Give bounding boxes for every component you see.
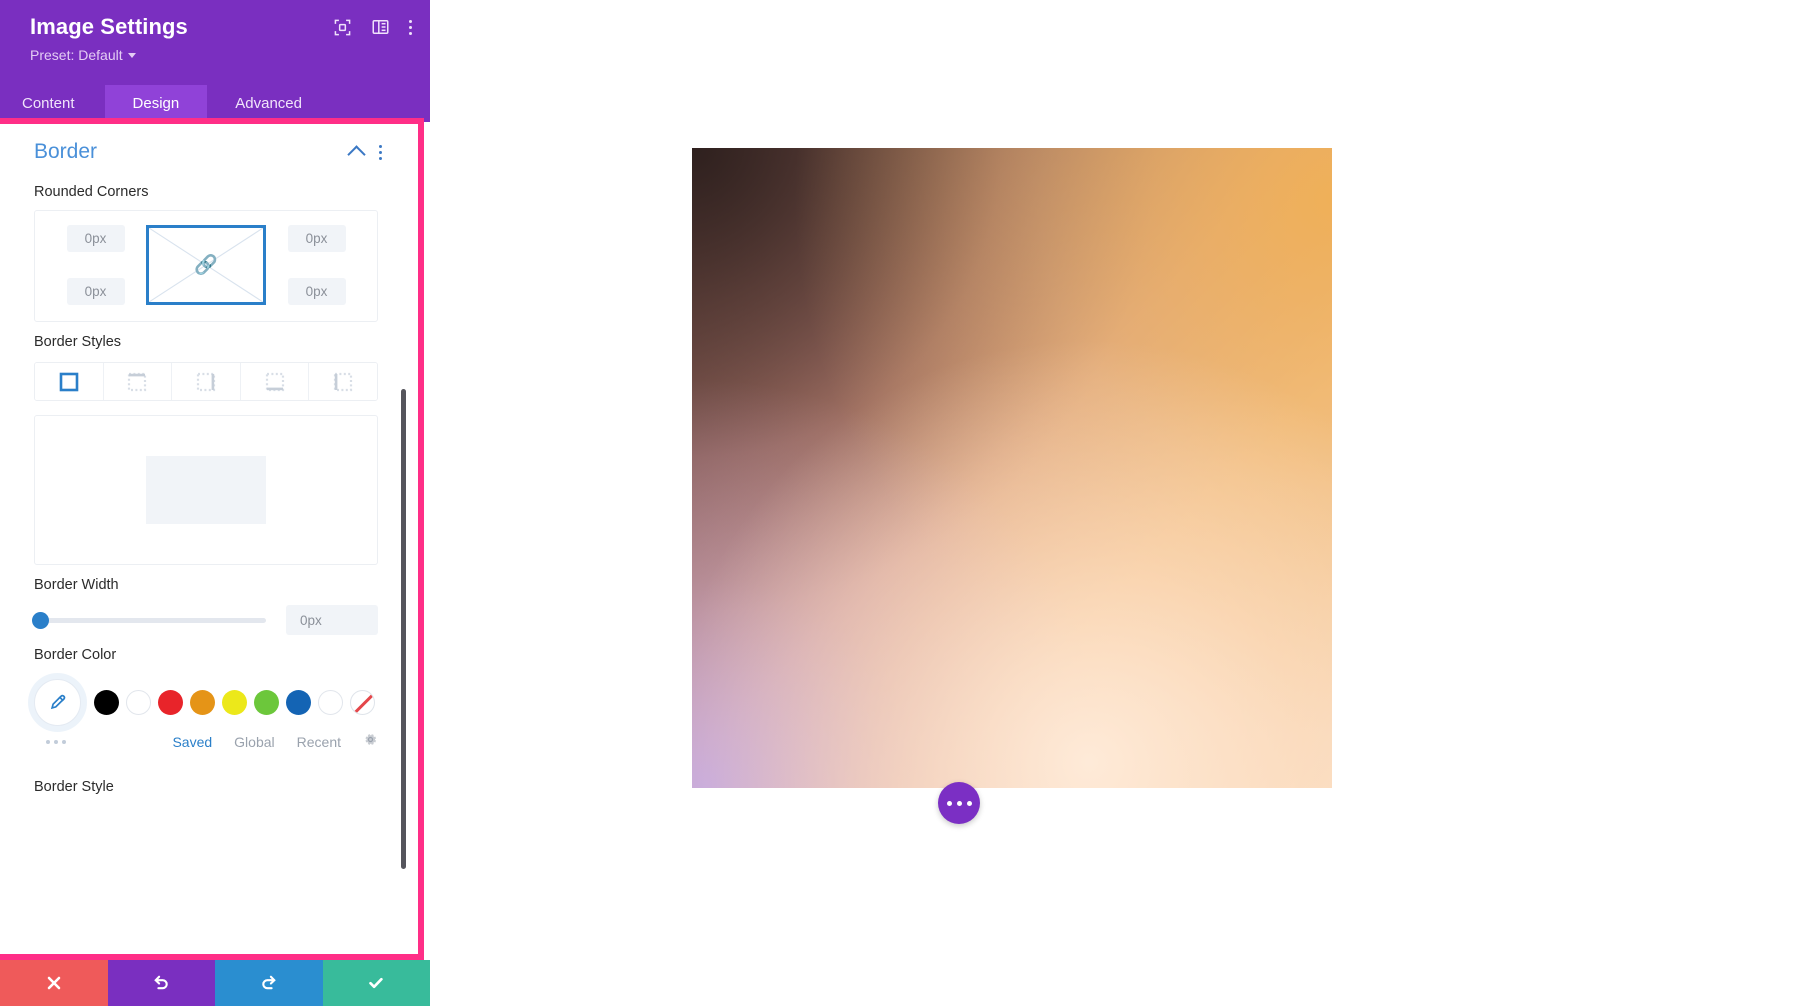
swatch-white[interactable] — [126, 690, 151, 715]
border-style-field-label: Border Style — [34, 779, 114, 795]
panel-header: Image Settings Preset: Default — [0, 0, 430, 85]
border-preview-card — [34, 415, 378, 565]
border-style-right-button[interactable] — [172, 363, 241, 400]
swatch-red[interactable] — [158, 690, 183, 715]
panel-header-icons — [333, 18, 412, 36]
image-settings-panel: Image Settings Preset: Default Content D… — [0, 0, 430, 1006]
border-color-meta-row: Saved Global Recent — [0, 726, 412, 751]
focus-target-icon[interactable] — [333, 18, 351, 36]
border-preview-box — [146, 456, 266, 524]
close-icon — [47, 976, 61, 990]
slider-thumb[interactable] — [32, 611, 49, 629]
eyedropper-icon[interactable] — [34, 679, 81, 726]
panel-action-bar — [0, 960, 430, 1006]
dot — [409, 19, 412, 23]
dot — [956, 800, 962, 806]
border-color-label: Border Color — [34, 647, 117, 663]
undo-button[interactable] — [107, 960, 215, 1006]
section-title: Border — [34, 140, 98, 163]
corner-top-right-input[interactable]: 0px — [287, 225, 346, 252]
corners-link-diagram[interactable]: 🔗 — [146, 225, 266, 305]
image-preview[interactable] — [692, 148, 1332, 788]
panel-tabs: Content Design Advanced — [0, 85, 430, 122]
link-icon: 🔗 — [194, 254, 218, 276]
rounded-corners-label: Rounded Corners — [34, 184, 149, 200]
dot — [379, 150, 382, 154]
dot — [46, 739, 50, 744]
gear-icon[interactable] — [363, 732, 378, 751]
border-style-left-button[interactable] — [309, 363, 377, 400]
border-width-control: 0px — [0, 601, 412, 635]
corner-bottom-right-input[interactable]: 0px — [287, 278, 346, 305]
swatch-yellow[interactable] — [222, 690, 247, 715]
dot — [409, 25, 412, 29]
corner-bottom-left-input[interactable]: 0px — [66, 278, 125, 305]
settings-scroll-region: Border Rounded Corners 0px 0px 🔗 0px 0px… — [0, 124, 412, 954]
color-source-tabs: Saved Global Recent — [172, 732, 378, 751]
chevron-down-icon — [127, 52, 136, 58]
dot — [409, 31, 412, 35]
floating-more-button[interactable] — [938, 782, 980, 824]
border-style-top-button[interactable] — [103, 363, 173, 400]
border-style-all-button[interactable] — [35, 363, 104, 400]
border-style-bottom-button[interactable] — [240, 363, 310, 400]
tab-design[interactable]: Design — [104, 85, 208, 122]
dot — [379, 144, 382, 148]
dot — [54, 739, 58, 744]
swatch-none[interactable] — [350, 690, 375, 715]
layout-columns-icon[interactable] — [371, 18, 389, 36]
corner-top-left-input[interactable]: 0px — [66, 225, 125, 252]
dot — [966, 800, 972, 806]
dot — [62, 739, 66, 744]
redo-button[interactable] — [215, 960, 323, 1006]
dot — [379, 156, 382, 160]
border-width-label: Border Width — [34, 577, 119, 593]
swatch-white-alt[interactable] — [318, 690, 343, 715]
tab-global[interactable]: Global — [234, 734, 274, 750]
tab-saved[interactable]: Saved — [172, 734, 212, 750]
tab-content[interactable]: Content — [0, 85, 105, 122]
preset-label: Preset: Default — [30, 47, 123, 63]
app-root: Image Settings Preset: Default Content D… — [0, 0, 1800, 1006]
border-color-swatches — [0, 671, 412, 726]
rounded-corners-control: 0px 0px 🔗 0px 0px — [34, 210, 378, 322]
undo-icon — [154, 975, 168, 990]
redo-icon — [262, 975, 276, 990]
editor-canvas — [430, 0, 1800, 1006]
more-horizontal-icon[interactable] — [34, 739, 66, 744]
section-tools — [347, 143, 382, 164]
border-section-header: Border — [0, 124, 412, 172]
border-styles-control — [34, 362, 378, 401]
save-button[interactable] — [322, 960, 430, 1006]
cancel-button[interactable] — [0, 960, 108, 1006]
panel-scrollbar[interactable] — [401, 389, 406, 869]
tab-advanced[interactable]: Advanced — [207, 85, 330, 122]
border-width-value-input[interactable]: 0px — [286, 605, 378, 635]
more-vertical-icon[interactable] — [379, 144, 382, 160]
more-vertical-icon[interactable] — [409, 19, 412, 35]
dot — [946, 800, 952, 806]
swatch-black[interactable] — [94, 690, 119, 715]
border-width-slider[interactable] — [32, 611, 266, 629]
swatch-blue[interactable] — [286, 690, 311, 715]
chevron-up-icon[interactable] — [347, 145, 366, 164]
swatch-green[interactable] — [254, 690, 279, 715]
preset-selector[interactable]: Preset: Default — [30, 47, 410, 63]
checkmark-icon — [369, 977, 383, 989]
tab-recent[interactable]: Recent — [297, 734, 341, 750]
swatch-orange[interactable] — [190, 690, 215, 715]
border-styles-label: Border Styles — [34, 334, 122, 350]
